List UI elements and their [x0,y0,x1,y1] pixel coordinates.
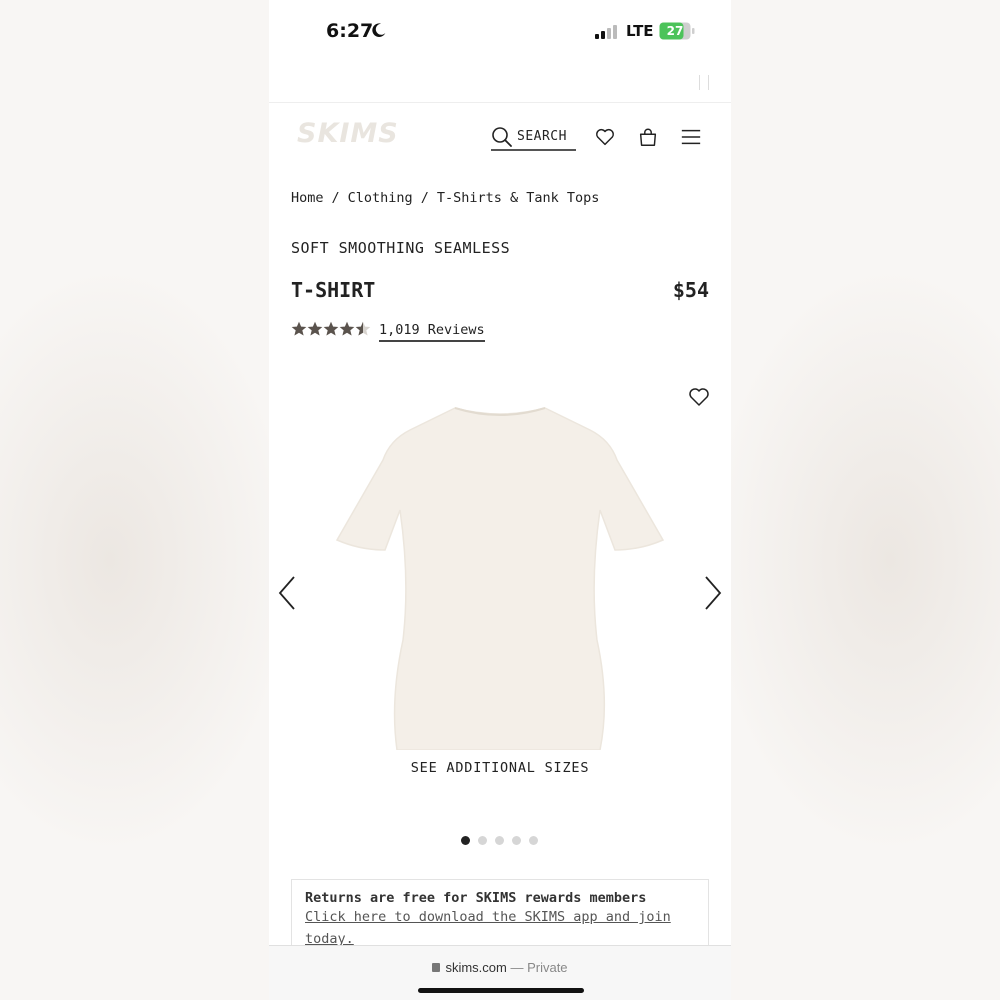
star-rating[interactable] [291,321,371,337]
carousel-dot[interactable] [461,836,470,845]
menu-icon[interactable] [680,126,702,148]
carousel-dot[interactable] [512,836,521,845]
star-icon [307,321,323,336]
browser-address-bar[interactable]: skims.com — Private [269,945,731,1000]
returns-app-link[interactable]: Click here to download the SKIMS app and… [305,906,695,950]
breadcrumb-tshirts[interactable]: T-Shirts & Tank Tops [437,190,600,206]
star-icon [323,321,339,336]
heart-icon[interactable] [594,126,616,148]
breadcrumb-clothing[interactable]: Clothing [348,190,413,206]
reviews-link[interactable]: 1,019 Reviews [379,322,485,342]
skims-logo[interactable]: SKIMS [297,118,399,149]
product-image[interactable] [335,400,665,750]
search-button[interactable]: SEARCH [491,124,576,151]
search-label: SEARCH [517,129,567,144]
search-icon [492,126,512,147]
url-domain: skims.com [445,960,507,975]
url-display[interactable]: skims.com — Private [269,960,731,975]
product-title: T-SHIRT [291,278,376,302]
carousel-dot[interactable] [495,836,504,845]
favorite-heart-icon[interactable] [687,385,711,409]
signal-icon [595,25,617,39]
carousel-dot[interactable] [529,836,538,845]
carousel-dots [461,836,538,845]
breadcrumb-separator: / [331,190,340,206]
tab-grip[interactable] [699,75,709,90]
private-label: — Private [510,960,568,975]
battery-level: 27 [666,24,684,38]
lock-icon [432,963,441,972]
divider [269,102,731,103]
star-icon [291,321,307,336]
star-icon [339,321,355,336]
home-indicator[interactable] [418,988,584,993]
see-additional-sizes-link[interactable]: SEE ADDITIONAL SIZES [269,760,731,776]
product-subtitle: SOFT SMOOTHING SEAMLESS [291,239,511,257]
moon-icon [372,23,386,38]
status-time: 6:27 [326,20,374,42]
network-label: LTE [626,22,654,40]
carousel-dot[interactable] [478,836,487,845]
breadcrumb-separator: / [420,190,429,206]
breadcrumb: Home / Clothing / T-Shirts & Tank Tops [291,190,599,206]
bag-icon[interactable] [637,126,659,148]
product-price: $54 [672,278,709,302]
returns-title: Returns are free for SKIMS rewards membe… [305,890,647,906]
chevron-left-icon[interactable] [276,575,298,611]
phone-screen: 6:27 LTE 27 SKIMS SEARCH Home / Clothing… [269,0,731,1000]
chevron-right-icon[interactable] [702,575,724,611]
star-icon [355,321,371,336]
breadcrumb-home[interactable]: Home [291,190,324,206]
